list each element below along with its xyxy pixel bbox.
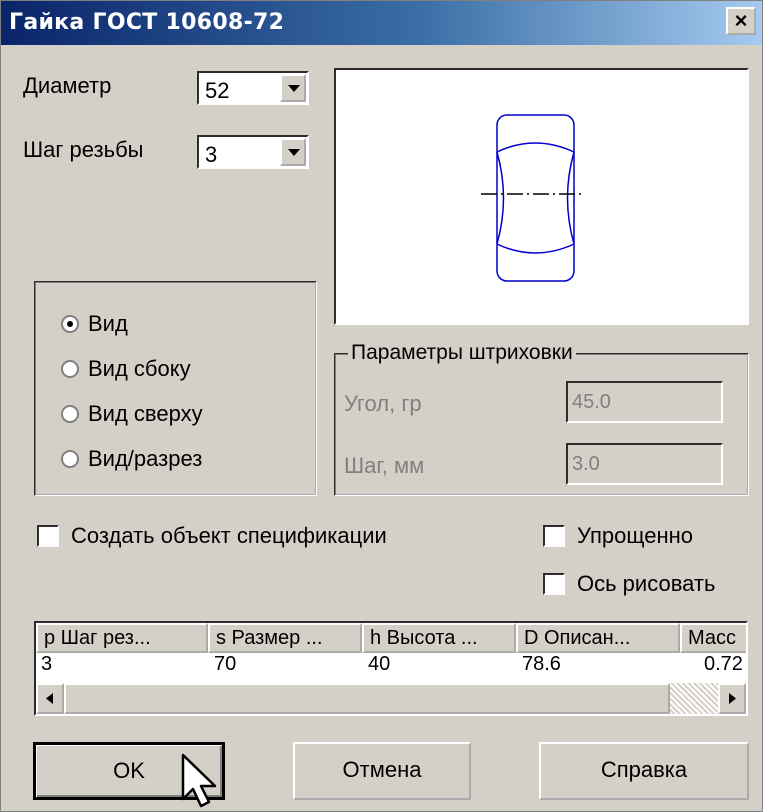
chevron-down-icon[interactable] [280,138,306,166]
diameter-combo[interactable]: 52 [197,71,309,105]
nut-face-right [566,151,575,245]
radio-section-view[interactable] [61,450,79,468]
parameters-table[interactable]: p Шаг рез... s Размер ... h Высота ... D… [34,621,748,716]
arrow-right-icon [729,693,736,704]
pitch-label: Шаг резьбы [23,137,144,162]
nut-face-left [496,151,505,245]
hatch-step-field[interactable]: 3.0 [566,443,723,485]
spec-object-label: Создать объект спецификации [71,523,387,548]
simplified-label: Упрощенно [577,523,693,548]
column-header[interactable]: D Описан... [516,623,680,653]
table-cell[interactable]: 3 [41,653,52,676]
hatch-angle-field[interactable]: 45.0 [566,381,723,423]
scroll-left-button[interactable] [36,683,64,714]
hatch-step-value: 3.0 [572,453,600,475]
radio-view-label: Вид [88,311,128,336]
radio-top-view[interactable] [61,405,79,423]
hatch-step-label: Шаг, мм [344,453,425,478]
table-cell[interactable]: 78.6 [522,653,561,676]
draw-axis-label: Ось рисовать [577,571,716,596]
help-button[interactable]: Справка [539,742,749,800]
mouse-cursor-icon [181,753,217,808]
close-button[interactable]: × [726,7,756,35]
preview-panel [334,68,749,325]
scroll-track[interactable] [670,683,718,714]
diameter-label: Диаметр [23,73,112,98]
draw-axis-checkbox[interactable] [543,573,565,595]
hatch-angle-value: 45.0 [572,391,611,413]
column-header[interactable]: s Размер ... [208,623,362,653]
radio-top-view-label: Вид сверху [88,401,203,426]
nut-chamfer-top [496,142,575,153]
spec-object-checkbox[interactable] [37,525,59,547]
column-header[interactable]: p Шаг рез... [36,623,208,653]
table-cell[interactable]: 70 [214,653,236,676]
scroll-right-button[interactable] [718,683,746,714]
pitch-combo[interactable]: 3 [197,135,309,169]
nut-drawing [481,114,584,282]
view-group: Вид Вид сбоку Вид сверху Вид/разрез [34,281,317,496]
dialog-window: Гайка ГОСТ 10608-72 × Диаметр 52 Шаг рез… [0,0,763,812]
table-cell[interactable]: 0.72 [704,653,743,676]
horizontal-scrollbar[interactable] [36,683,746,714]
cancel-button[interactable]: Отмена [293,742,471,800]
radio-side-view-label: Вид сбоку [88,356,191,381]
radio-view[interactable] [61,315,79,333]
window-title: Гайка ГОСТ 10608-72 [9,10,285,35]
chevron-down-icon[interactable] [280,74,306,102]
simplified-checkbox[interactable] [543,525,565,547]
pitch-value: 3 [205,142,218,167]
column-header[interactable]: h Высота ... [362,623,516,653]
nut-chamfer-bottom [496,243,575,254]
radio-selected-dot [67,321,73,327]
title-bar[interactable]: Гайка ГОСТ 10608-72 × [1,1,762,45]
nut-outline [496,114,575,282]
radio-side-view[interactable] [61,360,79,378]
column-header[interactable]: Масс [680,623,746,653]
radio-section-view-label: Вид/разрез [88,446,203,471]
scroll-thumb[interactable] [64,683,670,714]
hatch-group: Параметры штриховки Угол, гр 45.0 Шаг, м… [334,341,749,496]
hatch-group-title: Параметры штриховки [348,341,576,365]
hatch-angle-label: Угол, гр [344,391,422,416]
arrow-left-icon [46,693,53,704]
table-cell[interactable]: 40 [368,653,390,676]
diameter-value: 52 [205,78,230,103]
